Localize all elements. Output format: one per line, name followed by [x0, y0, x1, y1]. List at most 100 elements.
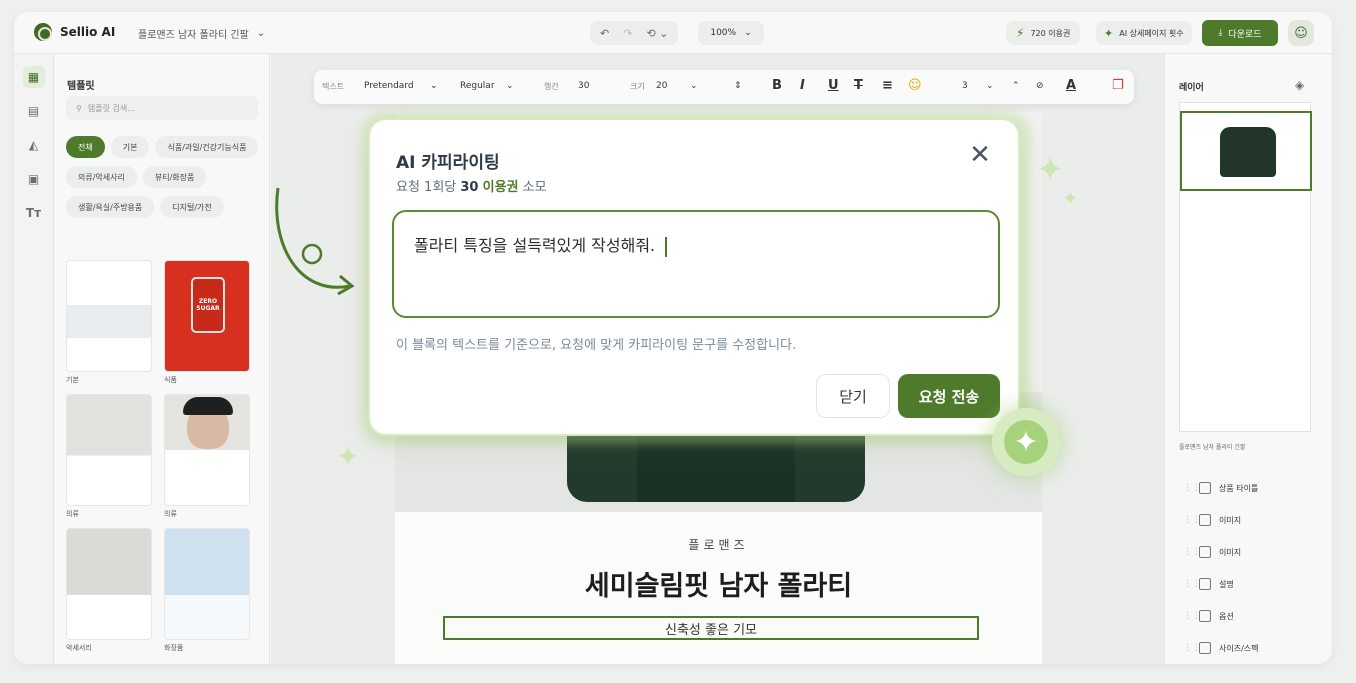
selected-section — [1180, 111, 1312, 191]
font-weight-select[interactable]: Regular — [460, 81, 495, 91]
italic-icon[interactable]: I — [800, 78, 805, 93]
layer-item[interactable]: ⋮⋮ 옵션 — [1183, 600, 1323, 632]
user-icon[interactable]: ☺ — [1288, 20, 1314, 46]
chevron-down-icon[interactable]: ⌄ — [986, 81, 994, 91]
list-number[interactable]: 3 — [962, 81, 968, 91]
chip-all[interactable]: 전체 — [66, 136, 105, 158]
drag-handle-icon[interactable]: ⋮⋮ — [1183, 579, 1201, 589]
layout-icon[interactable]: ▤ — [23, 100, 45, 122]
line-spacing-icon[interactable]: ⇕ — [734, 81, 742, 91]
template-card[interactable]: 의류 — [66, 394, 152, 518]
text-color-icon[interactable]: A — [1066, 78, 1076, 93]
search-icon: ⚲ — [76, 103, 82, 113]
product-title[interactable]: 세미슬림핏 남자 폴라티 — [395, 564, 1042, 603]
sparkle-icon: ✦ — [1104, 26, 1114, 40]
drag-handle-icon[interactable]: ⋮⋮ — [1183, 643, 1201, 653]
template-card[interactable]: 악세서리 — [66, 528, 152, 652]
sparkle-icon: ✦ — [1062, 186, 1079, 210]
dialog-title: AI 카피라이팅 — [396, 153, 500, 173]
chevron-up-icon[interactable]: ⌃ — [1012, 81, 1020, 91]
redo-icon[interactable]: ↷ — [623, 27, 632, 40]
undo-icon[interactable]: ↶ — [600, 27, 609, 40]
layer-item[interactable]: ⋮⋮ 사이즈/스펙 — [1183, 632, 1323, 664]
chip-food[interactable]: 식품/과일/건강기능식품 — [155, 136, 259, 158]
strikethrough-icon[interactable]: T — [854, 78, 863, 93]
layer-icon — [1199, 514, 1211, 526]
layers-icon[interactable]: ◈ — [1295, 78, 1304, 92]
credit-badge[interactable]: ⚡ 720 이용권 — [1006, 21, 1081, 45]
zoom-select[interactable]: 100% ⌄ — [698, 21, 764, 45]
template-search-input[interactable]: ⚲ 템플릿 검색... — [66, 96, 258, 120]
copy-icon[interactable]: ❐ — [1112, 78, 1124, 93]
app-logo[interactable]: Sellio AI — [34, 23, 115, 41]
template-label: 악세서리 — [66, 644, 92, 652]
chevron-down-icon: ⌄ — [256, 28, 266, 39]
drag-handle-icon[interactable]: ⋮⋮ — [1183, 515, 1201, 525]
template-card[interactable]: 화장품 — [164, 528, 250, 652]
template-card[interactable]: ZERO SUGAR 식품 — [164, 260, 250, 384]
visibility-off-icon[interactable]: ⊘ — [1036, 81, 1044, 91]
chevron-down-icon[interactable]: ⌄ — [690, 81, 698, 91]
layer-label: 상품 타이틀 — [1219, 483, 1259, 493]
page-preview[interactable] — [1179, 102, 1312, 432]
layer-item[interactable]: ⋮⋮ 이미지 — [1183, 536, 1323, 568]
title-block[interactable]: 플로맨즈 세미슬림핏 남자 폴라티 신축성 좋은 기모 — [395, 512, 1042, 664]
download-icon: ⤓ — [1218, 28, 1223, 38]
text-type-label: 텍스트 — [322, 82, 345, 91]
ai-count-badge[interactable]: ✦ AI 상세페이지 횟수 — [1096, 21, 1192, 45]
product-subtitle[interactable]: 신축성 좋은 기모 — [443, 616, 979, 640]
underline-icon[interactable]: U — [828, 78, 839, 93]
dialog-cost-text: 요청 1회당 30 이용권 소모 — [396, 176, 547, 195]
brand-name[interactable]: 플로맨즈 — [395, 536, 1042, 553]
sparkle-icon: ✦ — [1036, 150, 1065, 190]
chip-basic[interactable]: 기본 — [110, 136, 150, 158]
template-thumbnail — [164, 528, 250, 640]
chip-living[interactable]: 생활/욕실/주방용품 — [66, 196, 155, 218]
ai-count-label: AI 상세페이지 횟수 — [1119, 28, 1184, 38]
template-thumbnail — [66, 394, 152, 506]
template-card[interactable]: 의류 — [164, 394, 250, 518]
copywriting-request-input[interactable]: 폴라티 특징을 설득력있게 작성해줘. — [392, 210, 1000, 318]
credit-count: 720 이용권 — [1030, 28, 1071, 38]
line-height-input[interactable]: 30 — [578, 81, 589, 91]
chip-beauty[interactable]: 뷰티/화장품 — [142, 166, 207, 188]
layer-item[interactable]: ⋮⋮ 상품 타이틀 — [1183, 472, 1323, 504]
chevron-down-icon[interactable]: ⌄ — [430, 81, 438, 91]
font-size-input[interactable]: 20 — [656, 81, 667, 91]
layer-label: 사이즈/스펙 — [1219, 643, 1259, 653]
layer-label: 설명 — [1219, 579, 1234, 589]
close-button[interactable]: 닫기 — [816, 374, 890, 418]
image-icon[interactable]: ▣ — [23, 168, 45, 190]
drag-handle-icon[interactable]: ⋮⋮ — [1183, 547, 1201, 557]
top-bar: Sellio AI 플로맨즈 남자 폴라티 긴팔 ⌄ ↶ ↷ ⟲ ⌄ 100% … — [14, 12, 1332, 54]
drag-handle-icon[interactable]: ⋮⋮ — [1183, 483, 1201, 493]
bold-icon[interactable]: B — [772, 78, 782, 93]
layer-list: ⋮⋮ 상품 타이틀 ⋮⋮ 이미지 ⋮⋮ 이미지 ⋮⋮ 설명 ⋮⋮ 옵션 ⋮⋮ 사이즈/스펙 — [1183, 472, 1323, 664]
chip-clothing[interactable]: 의류/악세사리 — [66, 166, 137, 188]
line-height-label: 행간 — [544, 82, 559, 91]
history-icon[interactable]: ⟲ ⌄ — [646, 27, 668, 40]
cost-prefix: 요청 1회당 — [396, 180, 461, 195]
chevron-down-icon[interactable]: ⌄ — [506, 81, 514, 91]
search-placeholder: 템플릿 검색... — [87, 103, 135, 113]
emoji-icon[interactable]: ☺ — [908, 78, 922, 93]
font-family-select[interactable]: Pretendard — [364, 81, 414, 91]
download-label: 다운로드 — [1228, 29, 1262, 40]
template-panel-title: 템플릿 — [67, 81, 95, 92]
drag-handle-icon[interactable]: ⋮⋮ — [1183, 611, 1201, 621]
layer-item[interactable]: ⋮⋮ 이미지 — [1183, 504, 1323, 536]
align-center-icon[interactable]: ≡ — [882, 78, 893, 93]
download-button[interactable]: ⤓ 다운로드 — [1202, 20, 1278, 46]
template-grid-icon[interactable]: ▦ — [22, 66, 45, 88]
chevron-down-icon: ⌄ — [744, 28, 752, 38]
close-icon[interactable]: ✕ — [968, 142, 992, 168]
text-icon[interactable]: Tт — [23, 202, 45, 224]
can-label: ZERO SUGAR — [191, 277, 225, 333]
chip-digital[interactable]: 디지털/가전 — [160, 196, 224, 218]
send-request-button[interactable]: 요청 전송 — [898, 374, 1000, 418]
shapes-icon[interactable]: ◭ — [23, 134, 45, 156]
template-card[interactable]: 기본 — [66, 260, 152, 384]
document-title-dropdown[interactable]: 플로맨즈 남자 폴라티 긴팔 ⌄ — [138, 26, 265, 41]
layer-item[interactable]: ⋮⋮ 설명 — [1183, 568, 1323, 600]
layer-icon — [1199, 578, 1211, 590]
